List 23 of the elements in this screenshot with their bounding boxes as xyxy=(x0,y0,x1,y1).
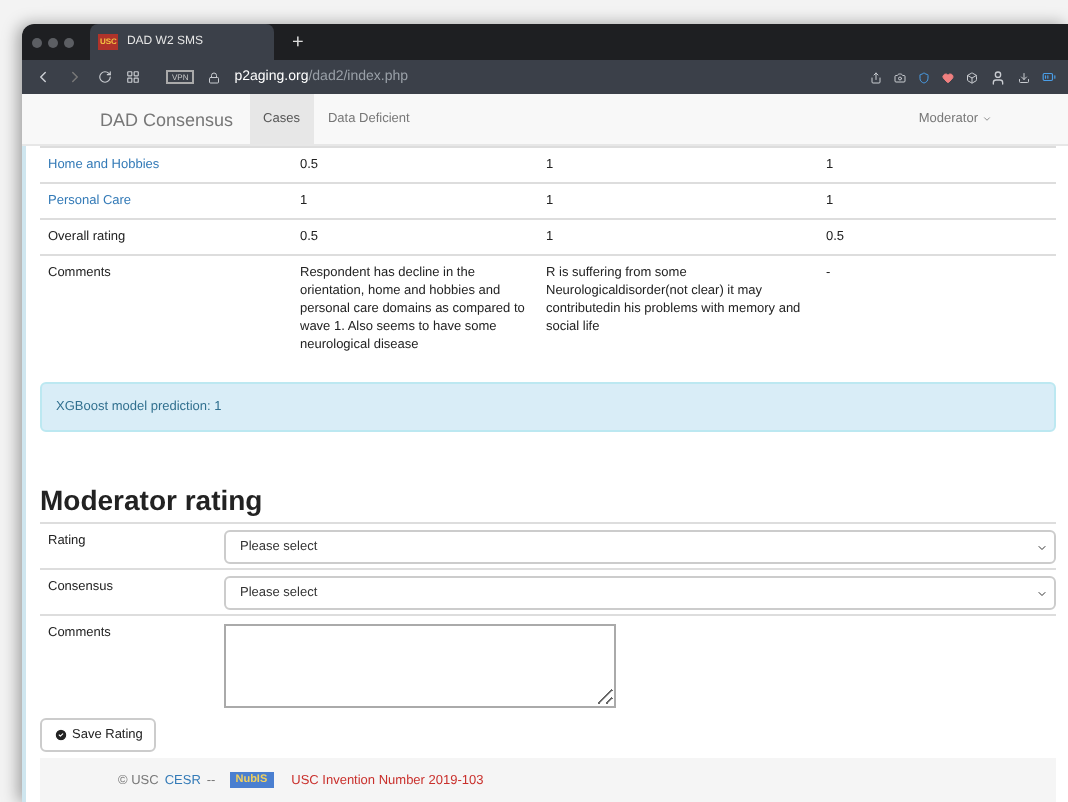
reload-icon[interactable] xyxy=(98,70,112,84)
battery-icon[interactable] xyxy=(1042,70,1056,84)
shield-icon[interactable] xyxy=(918,71,930,83)
camera-icon[interactable] xyxy=(894,71,906,83)
lock-icon xyxy=(208,71,221,83)
download-icon[interactable] xyxy=(1018,71,1030,83)
close-dot[interactable] xyxy=(32,37,42,47)
maximize-dot[interactable] xyxy=(64,37,74,47)
grid-icon[interactable] xyxy=(126,70,140,84)
chevron-icon xyxy=(1036,587,1048,599)
profile-icon[interactable] xyxy=(990,69,1006,85)
heart-icon[interactable] xyxy=(942,71,954,83)
share-icon[interactable] xyxy=(870,71,882,83)
section-heading: Moderator rating xyxy=(40,484,265,516)
comments-field[interactable] xyxy=(224,624,616,708)
chevron-icon xyxy=(1036,541,1048,553)
minimize-dot[interactable] xyxy=(48,37,58,47)
new-tab-button[interactable]: + xyxy=(292,31,304,53)
check-circle-icon xyxy=(54,728,68,742)
brand-title[interactable]: DAD Consensus xyxy=(100,109,234,129)
caret-icon xyxy=(982,114,992,124)
cube-icon[interactable] xyxy=(966,71,978,83)
back-icon[interactable] xyxy=(34,68,52,86)
